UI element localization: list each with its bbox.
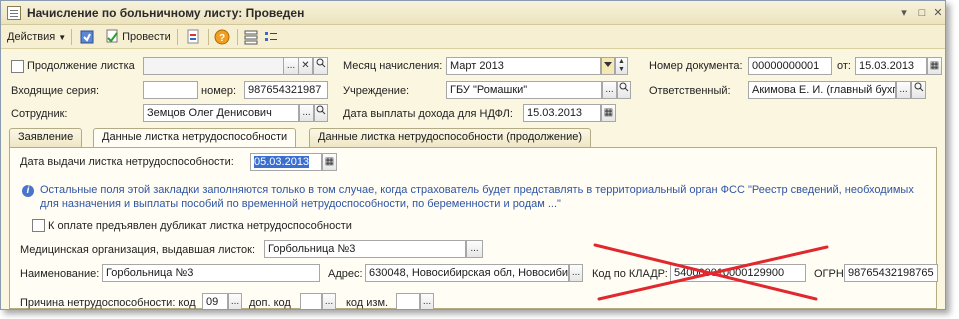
cross-out-annotation bbox=[593, 243, 829, 301]
document-window: Начисление по больничному листу: Проведе… bbox=[0, 0, 946, 310]
